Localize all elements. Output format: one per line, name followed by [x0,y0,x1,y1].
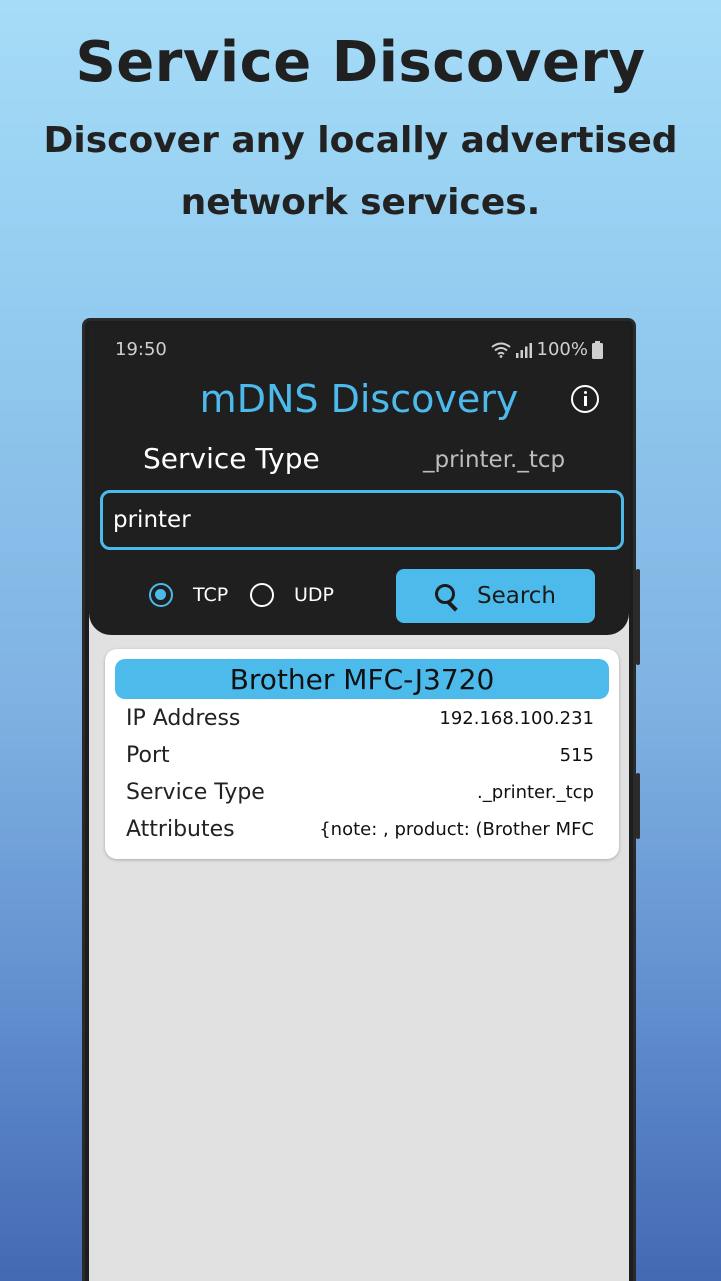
app-header: 19:50 100% mDNS Discovery Service Type _… [89,325,629,635]
protocol-tcp-option[interactable]: TCP [149,583,228,607]
hero-title: Service Discovery [75,30,646,95]
tcp-label: TCP [193,584,229,606]
result-row-ip: IP Address 192.168.100.231 [126,706,594,731]
row-value: {note: , product: (Brother MFC [319,819,594,840]
service-type-value: _printer._tcp [423,447,566,473]
status-time: 19:50 [115,339,167,360]
row-value: 515 [559,745,594,766]
battery-icon [592,340,603,359]
row-value: 192.168.100.231 [439,708,594,729]
status-icons: 100% [490,339,603,360]
udp-radio[interactable] [250,583,274,607]
app-title: mDNS Discovery [199,377,519,421]
row-value: ._printer._tcp [477,782,594,803]
result-card[interactable]: Brother MFC-J3720 IP Address 192.168.100… [105,649,619,859]
wifi-icon [490,342,511,358]
result-row-attributes: Attributes {note: , product: (Brother MF… [126,817,594,842]
search-button[interactable]: Search [396,569,595,623]
result-row-port: Port 515 [126,743,594,768]
power-button [636,773,640,839]
hero-subtitle: Discover any locally advertised network … [43,120,678,223]
search-icon [434,584,459,608]
battery-percent: 100% [536,339,588,360]
info-icon[interactable] [571,385,599,413]
row-label: Service Type [126,780,265,805]
row-label: Port [126,743,170,768]
phone-frame: 19:50 100% mDNS Discovery Service Type _… [82,318,640,1281]
protocol-udp-option[interactable]: UDP [250,583,334,607]
service-type-label: Service Type [143,442,320,475]
search-input[interactable] [100,490,624,550]
row-label: IP Address [126,706,241,731]
result-title: Brother MFC-J3720 [115,659,609,699]
row-label: Attributes [126,817,235,842]
result-row-service-type: Service Type ._printer._tcp [126,780,594,805]
search-button-label: Search [476,583,557,609]
screen: 19:50 100% mDNS Discovery Service Type _… [89,325,629,1281]
signal-icon [515,342,532,358]
tcp-radio[interactable] [149,583,173,607]
volume-button [636,569,640,665]
udp-label: UDP [294,584,334,606]
